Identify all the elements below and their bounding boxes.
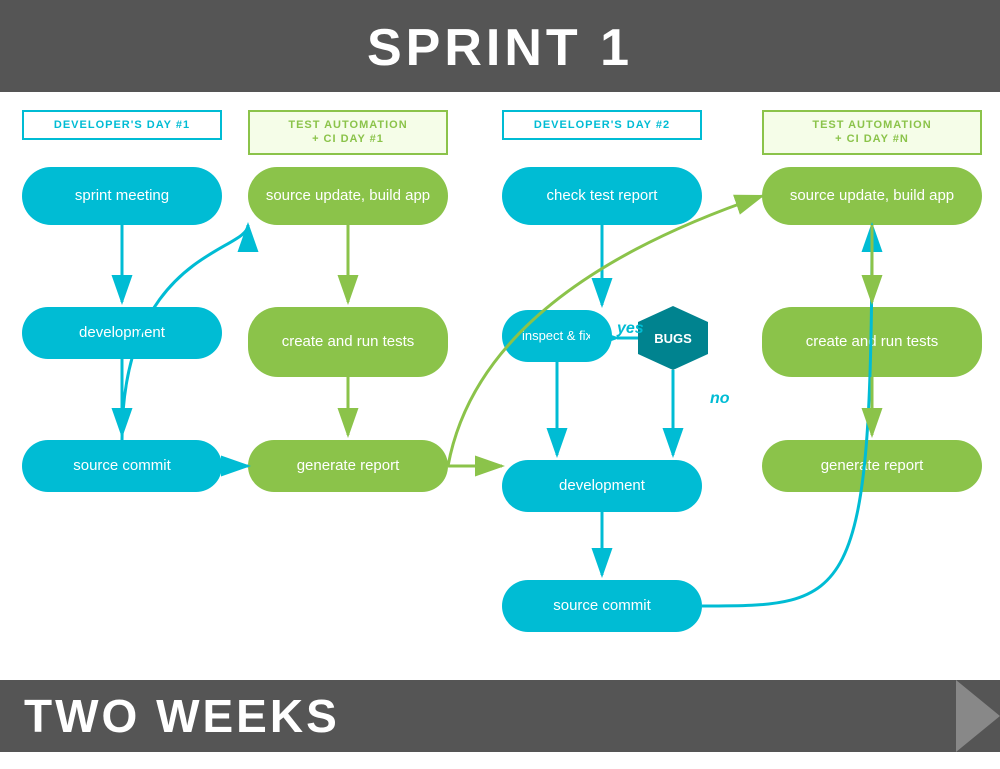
timeline-bar: TWO WEEKS [0, 680, 1000, 752]
create-run-tests1-box: create and run tests [248, 307, 448, 377]
source-update1-box: source update, build app [248, 167, 448, 225]
source-commit1-box: source commit [22, 440, 222, 492]
timeline-label: TWO WEEKS [24, 689, 340, 743]
col-dev2-label: DEVELOPER'S DAY #2 [502, 110, 702, 140]
create-run-tests2-box: create and run tests [762, 307, 982, 377]
col-ci1-label: TEST AUTOMATION+ CI DAY #1 [248, 110, 448, 155]
source-update2-box: source update, build app [762, 167, 982, 225]
yes-label: yes [617, 320, 644, 338]
no-label: no [710, 390, 730, 408]
development2-box: development [502, 460, 702, 512]
main-content: DEVELOPER'S DAY #1 TEST AUTOMATION+ CI D… [0, 92, 1000, 752]
source-commit2-box: source commit [502, 580, 702, 632]
page-title: SPRINT 1 [0, 18, 1000, 78]
col-cin-label: TEST AUTOMATION+ CI DAY #N [762, 110, 982, 155]
development1-box: development [22, 307, 222, 359]
header: SPRINT 1 [0, 0, 1000, 92]
check-test-report-box: check test report [502, 167, 702, 225]
bugs-shape: BUGS [638, 306, 708, 370]
inspect-fix-box: inspect & fix [502, 310, 612, 362]
sprint-meeting-box: sprint meeting [22, 167, 222, 225]
col-dev1-label: DEVELOPER'S DAY #1 [22, 110, 222, 140]
generate-report1-box: generate report [248, 440, 448, 492]
generate-report2-box: generate report [762, 440, 982, 492]
timeline-arrow-icon [956, 680, 1000, 752]
